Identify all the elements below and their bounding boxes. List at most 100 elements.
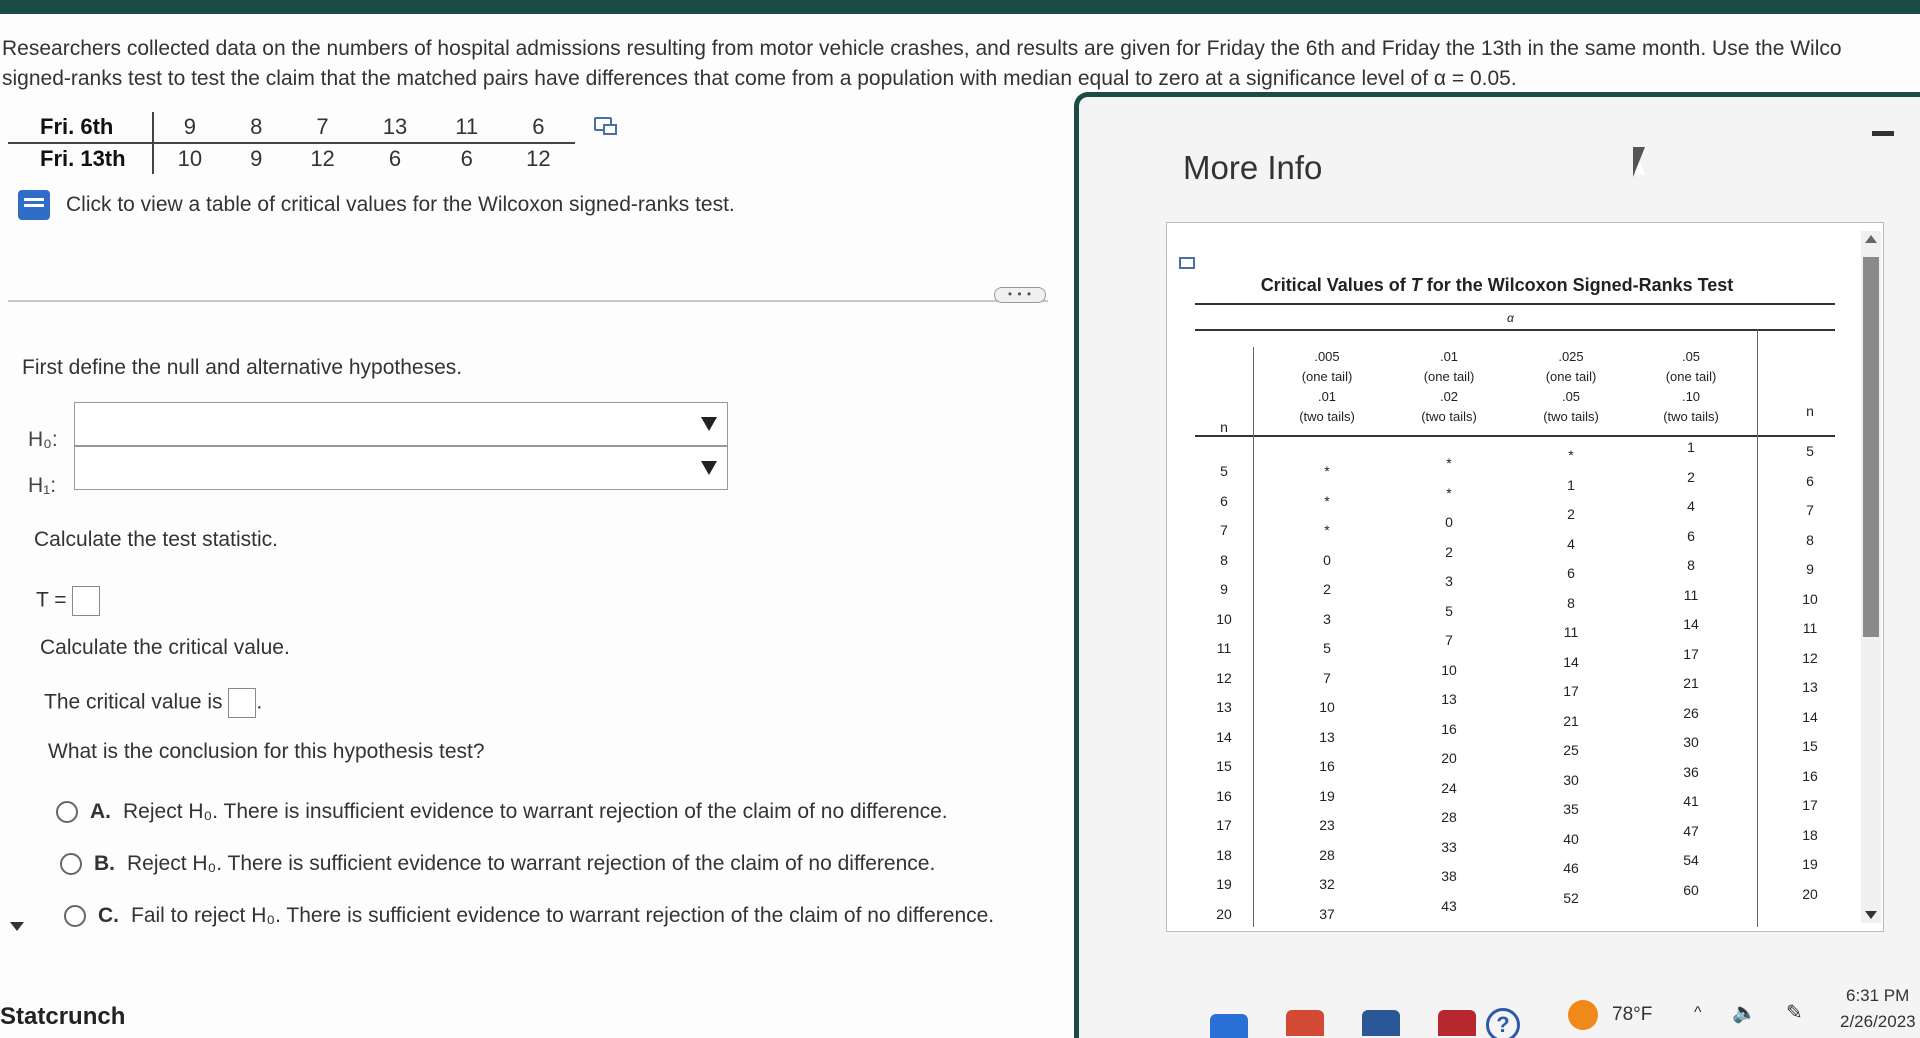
scroll-down-arrow-icon[interactable] <box>10 922 24 931</box>
scrollbar-thumb[interactable] <box>1863 257 1879 637</box>
critical-value-cell: 26 <box>1683 704 1699 721</box>
top-bar <box>0 0 1920 14</box>
speaker-icon[interactable]: 🔈 <box>1732 1000 1757 1025</box>
n-value-right: 14 <box>1802 708 1818 725</box>
pen-icon[interactable]: ✎ <box>1786 1000 1803 1025</box>
option-a-radio[interactable] <box>56 801 78 823</box>
clock-time[interactable]: 6:31 PM <box>1846 986 1909 1006</box>
n-value: 9 <box>1220 581 1228 597</box>
critical-value-cell: 0 <box>1445 514 1453 530</box>
critical-value-cell: * <box>1568 447 1574 463</box>
critical-value-cell: 11 <box>1563 624 1579 640</box>
n-value-right: 17 <box>1802 797 1818 813</box>
clock-date[interactable]: 2/26/2023 <box>1840 1012 1916 1032</box>
table-cell: 6 <box>502 112 575 144</box>
critical-value-cell: 6 <box>1687 527 1695 544</box>
scroll-up-icon[interactable] <box>1865 235 1877 243</box>
critical-value-cell: 5 <box>1445 602 1453 619</box>
critical-value-cell: 37 <box>1319 905 1335 922</box>
weather-sun-icon[interactable] <box>1568 1000 1598 1030</box>
table-row: Fri. 6th 9 8 7 13 11 6 <box>8 112 575 144</box>
critical-value-cell: 35 <box>1563 801 1579 817</box>
n-value: 18 <box>1216 846 1232 863</box>
pdf-reader-icon[interactable] <box>1438 1010 1476 1036</box>
critical-value-cell: 16 <box>1319 758 1335 774</box>
chevron-down-icon[interactable] <box>701 461 717 475</box>
n-value: 14 <box>1216 728 1232 745</box>
col-header-tail: (two tails) <box>1421 409 1477 424</box>
chevron-down-icon[interactable] <box>701 417 717 431</box>
expand-more-button[interactable]: • • • <box>994 287 1046 303</box>
critical-value-cell: 2 <box>1445 543 1453 560</box>
col-header-alpha: .05 <box>1681 349 1701 364</box>
n-value: 10 <box>1216 610 1232 627</box>
chevron-up-icon[interactable]: ^ <box>1694 1004 1702 1022</box>
n-value: 15 <box>1216 758 1232 774</box>
critical-value-cell: 25 <box>1563 742 1579 758</box>
minimize-icon[interactable] <box>1872 131 1894 136</box>
h1-label: H₁: <box>28 474 57 497</box>
n-value: 11 <box>1216 640 1232 656</box>
n-value-right: 19 <box>1802 856 1818 872</box>
n-value-right: 15 <box>1802 738 1818 754</box>
h0-dropdown[interactable] <box>74 402 728 446</box>
n-value-right: 13 <box>1802 679 1818 695</box>
option-b-text[interactable]: Reject H₀. There is sufficient evidence … <box>127 852 935 876</box>
option-c[interactable]: C. Fail to reject H₀. There is sufficien… <box>64 904 994 928</box>
option-c-text[interactable]: Fail to reject H₀. There is sufficient e… <box>131 904 994 928</box>
option-a[interactable]: A. Reject H₀. There is insufficient evid… <box>56 800 948 824</box>
test-statistic-input[interactable] <box>72 586 101 616</box>
critical-value-cell: 46 <box>1563 860 1579 876</box>
temperature-text[interactable]: 78°F <box>1612 1004 1652 1026</box>
critical-value-cell: 1 <box>1687 439 1695 455</box>
option-a-text[interactable]: Reject H₀. There is insufficient evidenc… <box>123 800 948 824</box>
option-b[interactable]: B. Reject H₀. There is sufficient eviden… <box>60 852 935 876</box>
option-b-radio[interactable] <box>60 853 82 875</box>
copy-data-icon[interactable] <box>594 117 617 135</box>
matched-pairs-table: Fri. 6th 9 8 7 13 11 6 Fri. 13th 10 9 12… <box>8 112 575 174</box>
section-divider <box>8 300 1048 302</box>
copy-table-icon[interactable] <box>1179 257 1195 269</box>
critical-value-cell: 5 <box>1323 640 1331 656</box>
table-cell: 12 <box>310 146 335 171</box>
scroll-down-icon[interactable] <box>1865 911 1877 919</box>
n-value: 19 <box>1216 876 1232 892</box>
critical-value-cell: 38 <box>1441 868 1457 884</box>
critical-value-period: . <box>256 690 263 714</box>
table-book-icon[interactable] <box>18 190 50 220</box>
n-value: 5 <box>1220 463 1228 479</box>
table-title-post: for the Wilcoxon Signed-Ranks Test <box>1421 275 1734 295</box>
critical-value-cell: 10 <box>1319 699 1335 715</box>
col-header-tail: (two tails) <box>1663 409 1719 424</box>
col-header-alpha: .05 <box>1561 389 1581 404</box>
table-title-pre: Critical Values of <box>1260 275 1411 295</box>
edge-browser-icon[interactable] <box>1210 1014 1248 1038</box>
n-value: 17 <box>1216 817 1232 833</box>
table-scrollbar[interactable] <box>1861 231 1881 923</box>
n-value: 12 <box>1216 669 1232 686</box>
n-value-right: 20 <box>1802 885 1818 902</box>
critical-values-link-text[interactable]: Click to view a table of critical values… <box>66 193 735 217</box>
option-c-radio[interactable] <box>64 905 86 927</box>
help-icon[interactable]: ? <box>1486 1008 1520 1038</box>
statcrunch-link[interactable]: Statcrunch <box>0 1003 125 1031</box>
critical-value-cell: 8 <box>1567 594 1575 611</box>
problem-line-2: signed-ranks test to test the claim that… <box>2 67 1517 90</box>
option-a-letter: A. <box>90 800 111 823</box>
critical-value-cell: 2 <box>1567 506 1575 522</box>
n-value-right: 5 <box>1806 443 1814 459</box>
critical-value-cell: 40 <box>1563 830 1579 847</box>
h1-dropdown[interactable] <box>74 446 728 490</box>
critical-value-cell: 43 <box>1441 897 1457 914</box>
n-header-left: n <box>1220 419 1228 435</box>
word-icon[interactable] <box>1362 1010 1400 1036</box>
chrome-icon[interactable] <box>1286 1010 1324 1036</box>
critical-value-cell: 30 <box>1563 771 1579 788</box>
n-value-right: 6 <box>1806 472 1814 489</box>
table-row: Fri. 13th 10 9 12 6 6 12 <box>8 143 575 174</box>
critical-value-input[interactable] <box>228 688 257 718</box>
table-cell: 12 <box>526 146 551 171</box>
critical-values-link[interactable]: Click to view a table of critical values… <box>18 190 735 220</box>
critical-value-cell: 7 <box>1445 632 1453 648</box>
col-header-alpha: .005 <box>1314 349 1340 364</box>
